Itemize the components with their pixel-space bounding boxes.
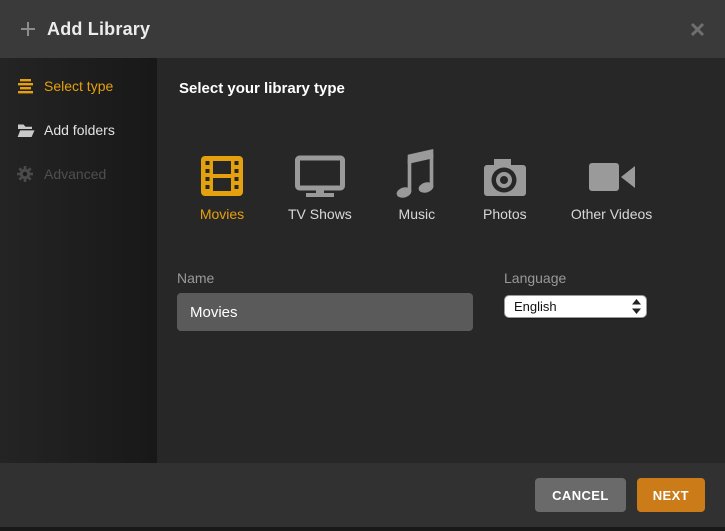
tv-icon [294,147,346,199]
dialog-header: Add Library [0,0,725,58]
library-type-movies[interactable]: Movies [199,147,245,222]
camera-icon [482,147,528,199]
fields-row: Name Language English [177,270,725,331]
library-type-label: Photos [483,206,527,222]
plus-icon [20,21,36,37]
sidebar-item-label: Add folders [44,122,115,138]
library-type-other-videos[interactable]: Other Videos [571,147,652,222]
cancel-button[interactable]: CANCEL [535,478,626,512]
next-button[interactable]: NEXT [637,478,705,512]
list-icon [17,78,37,94]
film-icon [199,147,245,199]
name-field-group: Name [177,270,473,331]
page-background-edge [0,527,725,531]
language-field-group: Language English [504,270,647,331]
sidebar-item-select-type[interactable]: Select type [0,64,157,108]
panel-heading: Select your library type [179,80,725,97]
add-library-dialog: Add Library Select type [0,0,725,531]
library-type-label: Other Videos [571,206,652,222]
library-type-photos[interactable]: Photos [482,147,528,222]
library-type-row: Movies TV Shows [199,147,725,222]
language-field-label: Language [504,270,647,286]
library-type-label: Music [399,206,436,222]
library-type-label: Movies [200,206,244,222]
sidebar-item-label: Advanced [44,166,106,182]
library-name-input[interactable] [177,293,473,331]
sidebar-item-advanced: Advanced [0,152,157,196]
dialog-title: Add Library [47,19,150,40]
sidebar-item-add-folders[interactable]: Add folders [0,108,157,152]
library-type-music[interactable]: Music [395,147,439,222]
select-type-panel: Select your library type Movies [157,58,725,463]
folder-icon [17,123,37,138]
library-type-tv-shows[interactable]: TV Shows [288,147,352,222]
language-select-value: English [514,299,557,314]
language-select[interactable]: English [504,295,647,318]
dialog-footer: CANCEL NEXT [0,463,725,527]
close-icon[interactable] [689,21,705,37]
video-camera-icon [588,147,636,199]
select-stepper-icon [632,299,641,320]
library-type-label: TV Shows [288,206,352,222]
sidebar-item-label: Select type [44,78,113,94]
gear-icon [17,166,37,182]
music-note-icon [395,147,439,199]
name-field-label: Name [177,270,473,286]
wizard-steps-sidebar: Select type Add folders [0,58,157,463]
